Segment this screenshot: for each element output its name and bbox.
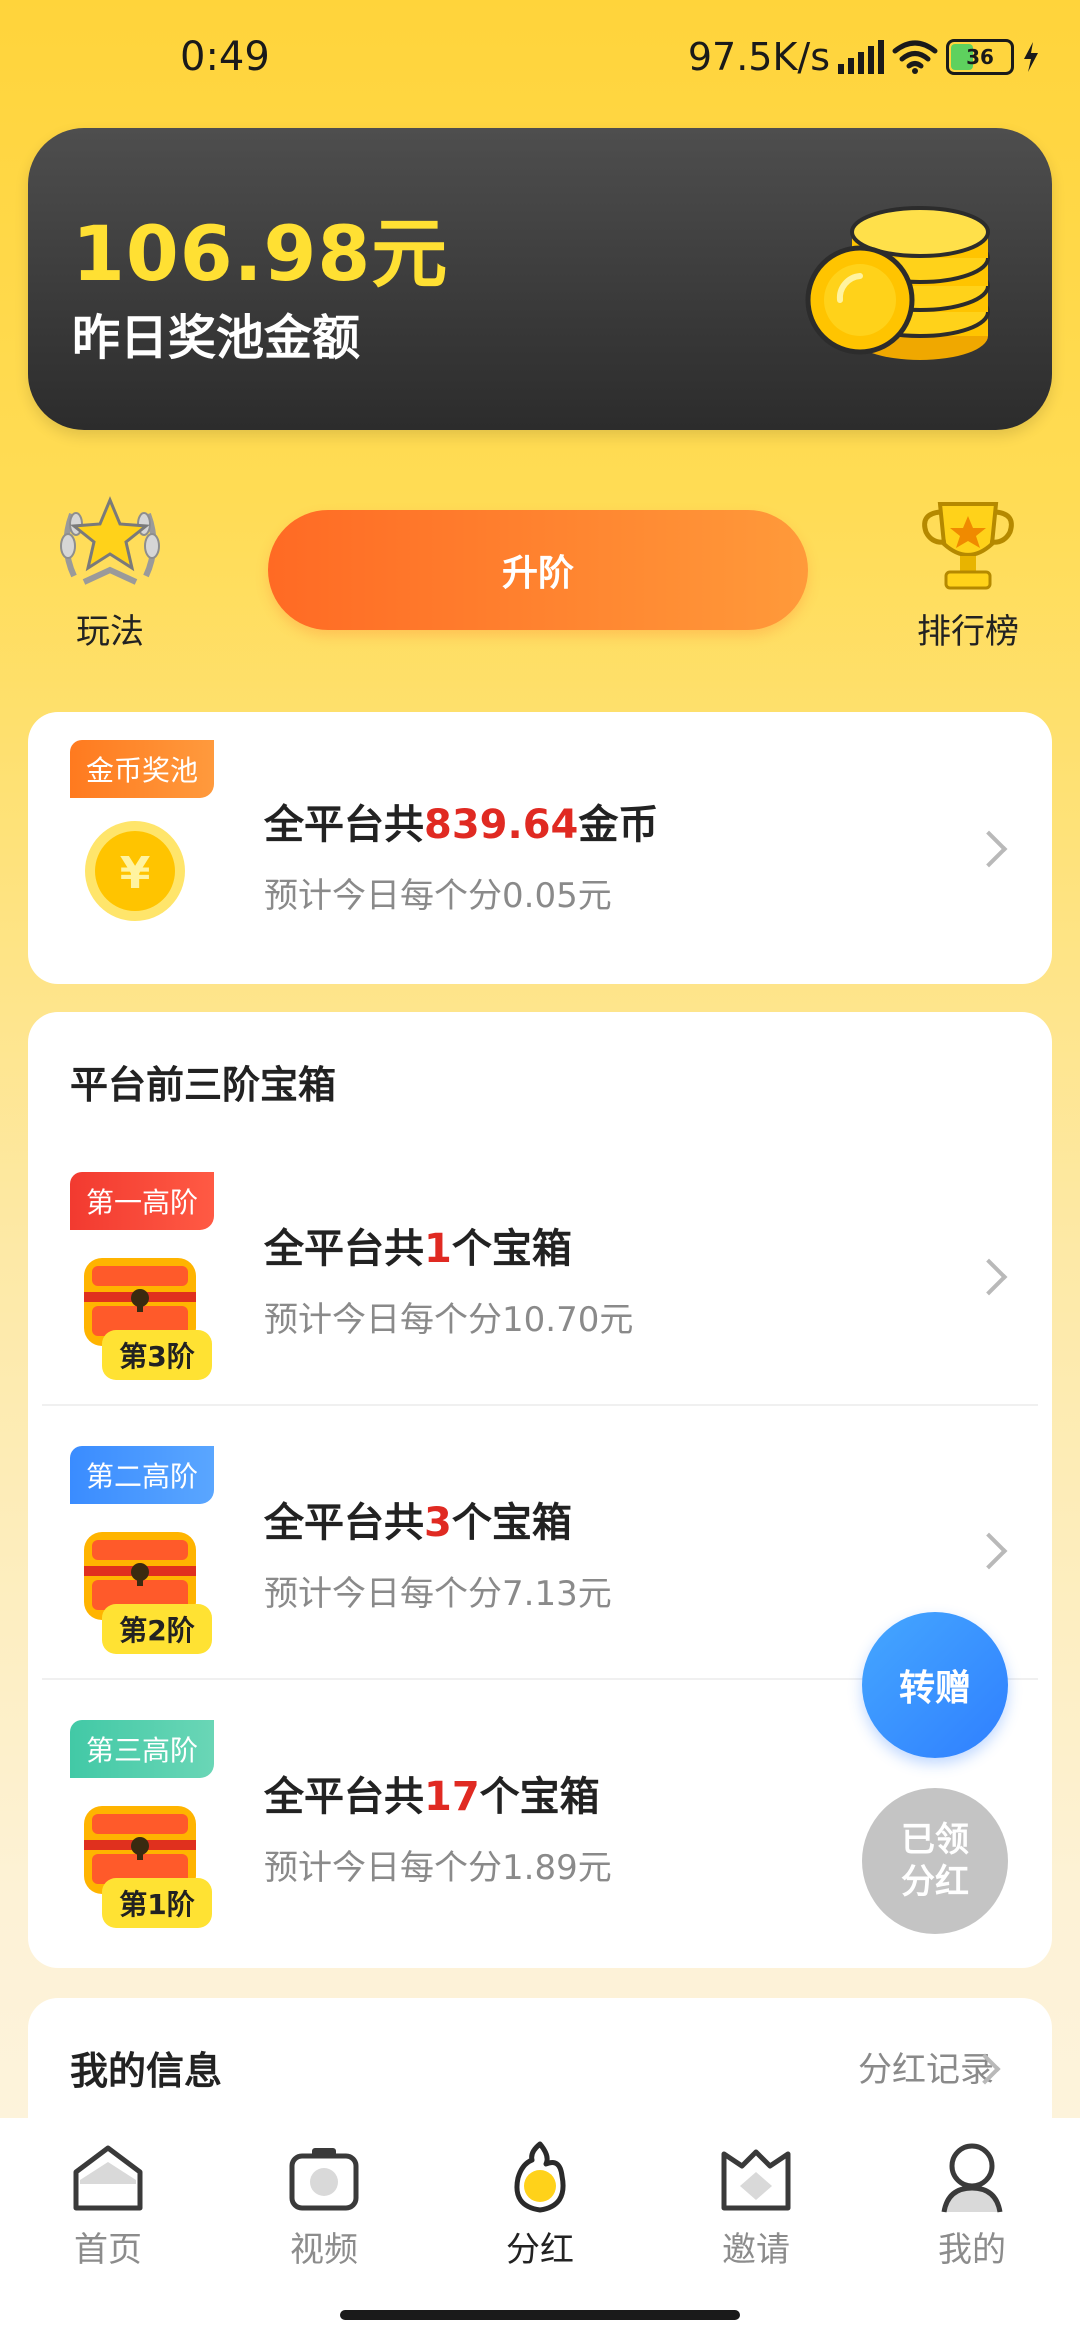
ranking-entry[interactable]: 排行榜 — [888, 486, 1048, 653]
chevron-right-icon — [970, 1532, 1008, 1570]
tab-label: 分红 — [506, 2230, 574, 2270]
claimed-dividend-button[interactable]: 已领 分红 — [862, 1788, 1008, 1934]
rules-label: 玩法 — [76, 612, 144, 652]
yuan-coin-icon: ¥ — [85, 821, 185, 921]
home-icon — [73, 2145, 143, 2211]
wifi-icon — [892, 40, 938, 74]
chest-row-title: 全平台共17个宝箱 — [264, 1774, 600, 1820]
tab-invite[interactable]: 邀请 — [676, 2140, 836, 2271]
profile-icon — [941, 2143, 1003, 2213]
tab-home[interactable]: 首页 — [28, 2140, 188, 2271]
trophy-icon — [922, 502, 1014, 590]
rules-entry[interactable]: 玩法 — [30, 486, 190, 653]
chest-tier-badge: 第2阶 — [102, 1604, 212, 1654]
chest-row-title: 全平台共1个宝箱 — [264, 1226, 572, 1272]
home-indicator[interactable] — [340, 2310, 740, 2320]
tab-label: 邀请 — [722, 2230, 790, 2270]
tab-label: 我的 — [938, 2230, 1006, 2270]
chevron-right-icon — [970, 1258, 1008, 1296]
chests-section-title: 平台前三阶宝箱 — [70, 1063, 337, 1107]
network-speed: 97.5K/s — [687, 35, 830, 79]
coin-pool-tag: 金币奖池 — [70, 740, 215, 798]
camera-icon — [289, 2148, 359, 2211]
tab-label: 视频 — [290, 2230, 358, 2270]
battery-icon: 36 — [946, 39, 1014, 75]
battery-level: 36 — [966, 45, 994, 69]
transfer-button[interactable]: 转赠 — [862, 1612, 1008, 1758]
pool-label: 昨日奖池金额 — [72, 310, 361, 366]
coin-pool-card[interactable]: 金币奖池 ¥ 全平台共839.64金币 预计今日每个分0.05元 — [28, 712, 1052, 984]
treasure-chest-icon: 第3阶 — [80, 1252, 220, 1382]
chest-tier-badge: 第3阶 — [102, 1330, 212, 1380]
upgrade-button[interactable]: 升阶 — [268, 510, 808, 630]
chest-tier-tag: 第二高阶 — [70, 1446, 215, 1504]
invite-envelope-icon — [721, 2149, 791, 2211]
chest-row-subtitle: 预计今日每个分10.70元 — [264, 1300, 634, 1340]
ranking-label: 排行榜 — [917, 612, 1019, 652]
charging-icon — [1024, 42, 1038, 72]
chest-row-title: 全平台共3个宝箱 — [264, 1500, 572, 1546]
claimed-line-2: 分红 — [901, 1862, 969, 1902]
claimed-line-1: 已领 — [901, 1820, 969, 1860]
pool-amount: 106.98元 — [72, 209, 449, 298]
row-divider — [42, 1404, 1038, 1406]
my-info-title: 我的信息 — [70, 2049, 223, 2093]
laurel-star-icon — [60, 496, 160, 585]
tab-dividend[interactable]: 分红 — [460, 2140, 620, 2271]
coin-pool-subtitle: 预计今日每个分0.05元 — [264, 876, 612, 916]
status-icons: 97.5K/s 36 — [688, 34, 1040, 80]
tab-label: 首页 — [74, 2230, 142, 2270]
chest-row-subtitle: 预计今日每个分1.89元 — [264, 1848, 612, 1888]
treasure-chest-icon: 第1阶 — [80, 1800, 220, 1930]
tab-video[interactable]: 视频 — [244, 2140, 404, 2271]
signal-icon — [838, 40, 884, 74]
dividend-flame-icon — [514, 2141, 566, 2213]
chest-tier-tag: 第一高阶 — [70, 1172, 215, 1230]
chest-tier-tag: 第三高阶 — [70, 1720, 215, 1778]
tab-profile[interactable]: 我的 — [892, 2140, 1052, 2271]
svg-text:¥: ¥ — [120, 848, 151, 899]
chest-tier-badge: 第1阶 — [102, 1878, 212, 1928]
coin-pool-title: 全平台共839.64金币 — [264, 802, 659, 848]
chevron-right-icon — [970, 830, 1008, 868]
status-time: 0:49 — [180, 34, 270, 80]
chest-row-subtitle: 预计今日每个分7.13元 — [264, 1574, 612, 1614]
chest-row-tier-1[interactable]: 第一高阶 第3阶 全平台共1个宝箱 预计今日每个分10.70元 — [28, 1152, 1052, 1406]
treasure-chest-icon: 第2阶 — [80, 1526, 220, 1656]
coin-stack-icon — [805, 206, 990, 360]
